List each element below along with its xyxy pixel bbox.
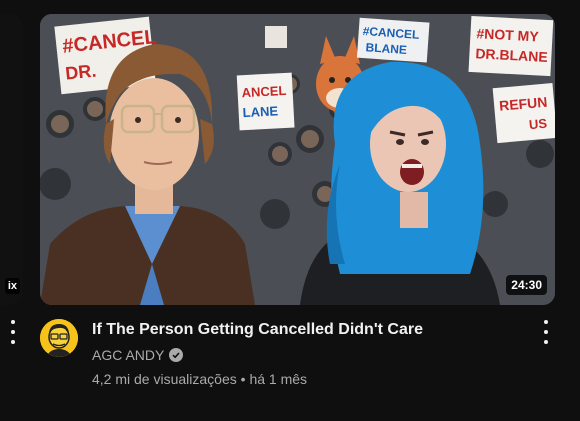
channel-name-link[interactable]: AGC ANDY	[92, 347, 184, 363]
avatar-illustration	[40, 319, 78, 357]
svg-text:BLANE: BLANE	[365, 40, 407, 57]
channel-name: AGC ANDY	[92, 347, 165, 363]
video-title[interactable]: If The Person Getting Cancelled Didn't C…	[92, 321, 423, 339]
video-thumbnail[interactable]: #CANCEL DR. #CANCEL BLANE #NOT MY DR.BLA…	[40, 14, 555, 305]
meta-separator: •	[240, 371, 246, 387]
verified-check-icon	[169, 348, 184, 362]
more-vert-icon-dot	[11, 330, 15, 334]
svg-text:ANCEL: ANCEL	[241, 83, 287, 100]
more-vert-icon-dot	[544, 340, 548, 344]
svg-text:US: US	[528, 116, 548, 133]
thumbnail-illustration: #CANCEL DR. #CANCEL BLANE #NOT MY DR.BLA…	[40, 14, 555, 305]
more-vert-icon	[544, 320, 548, 324]
svg-text:LANE: LANE	[242, 103, 278, 120]
svg-text:DR.: DR.	[64, 61, 97, 84]
more-vert-icon-dot	[544, 330, 548, 334]
video-duration-badge: 24:30	[506, 275, 547, 295]
video-menu-button[interactable]	[540, 320, 552, 344]
channel-avatar[interactable]	[40, 319, 78, 357]
video-metadata: 4,2 mi de visualizações • há 1 mês	[92, 371, 307, 387]
upload-age: há 1 mês	[249, 371, 308, 387]
previous-video-thumbnail[interactable]: ix	[0, 14, 22, 305]
previous-video-badge: ix	[4, 278, 20, 294]
view-count: 4,2 mi de visualizações	[92, 371, 237, 387]
previous-video-menu-button[interactable]	[7, 320, 19, 344]
svg-text:#NOT MY: #NOT MY	[476, 25, 540, 44]
more-vert-icon-dot	[11, 340, 15, 344]
more-vert-icon	[11, 320, 15, 324]
